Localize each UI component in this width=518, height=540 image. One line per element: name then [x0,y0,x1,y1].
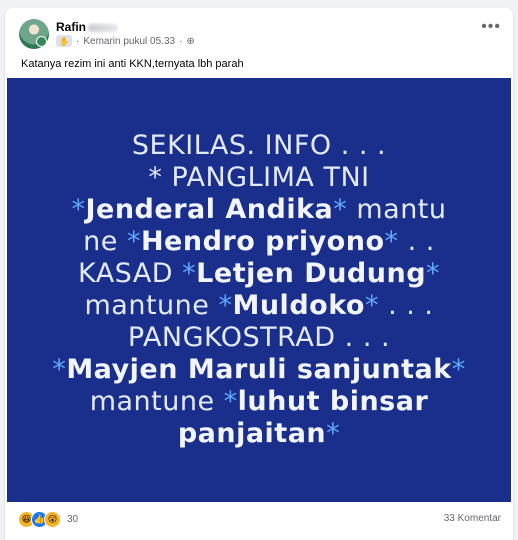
post-meta: ✋ · Kemarin pukul 05.33 · ⊕ [56,34,195,48]
post-text: Katanya rezim ini anti KKN,ternyata lbh … [21,58,244,70]
post-timestamp[interactable]: Kemarin pukul 05.33 [83,36,175,47]
image-text-line: mantune *Muldoko* . . . [84,290,434,321]
image-text-line: SEKILAS. INFO . . . [131,130,387,161]
reaction-count[interactable]: 30 [67,514,78,525]
author-name-text[interactable]: Rafin [56,20,86,34]
redacted-name-part [88,23,118,32]
wow-reaction-icon: 😮 [44,510,61,528]
image-text-line: KASAD *Letjen Dudung* [77,258,441,289]
image-text-line: panjaitan* [177,418,341,449]
meta-separator: · [179,35,183,47]
image-text-line: *Mayjen Maruli sanjuntak* [52,354,466,385]
globe-icon: ⊕ [186,35,195,47]
more-options-icon[interactable]: ••• [481,19,501,35]
reactions-summary[interactable]: 😆 👍 😮 30 [18,510,78,528]
author-name[interactable]: Rafin [56,20,118,34]
image-text-line: PANGKOSTRAD . . . [127,322,391,353]
image-text-line: *Jenderal Andika* mantu [71,194,447,225]
author-avatar[interactable] [19,19,49,49]
meta-separator: · [76,35,80,47]
image-text-line: ne *Hendro priyono* . . [83,226,435,257]
post-card: Rafin ✋ · Kemarin pukul 05.33 · ⊕ ••• Ka… [5,8,513,540]
post-image[interactable]: SEKILAS. INFO . . . * PANGLIMA TNI *Jend… [7,78,511,502]
comment-count[interactable]: 33 Komentar [444,513,501,524]
avatar-badge [36,36,47,47]
image-text-line: mantune *luhut binsar [89,386,429,417]
image-text-line: * PANGLIMA TNI [148,162,370,193]
page-icon: ✋ [56,35,72,47]
